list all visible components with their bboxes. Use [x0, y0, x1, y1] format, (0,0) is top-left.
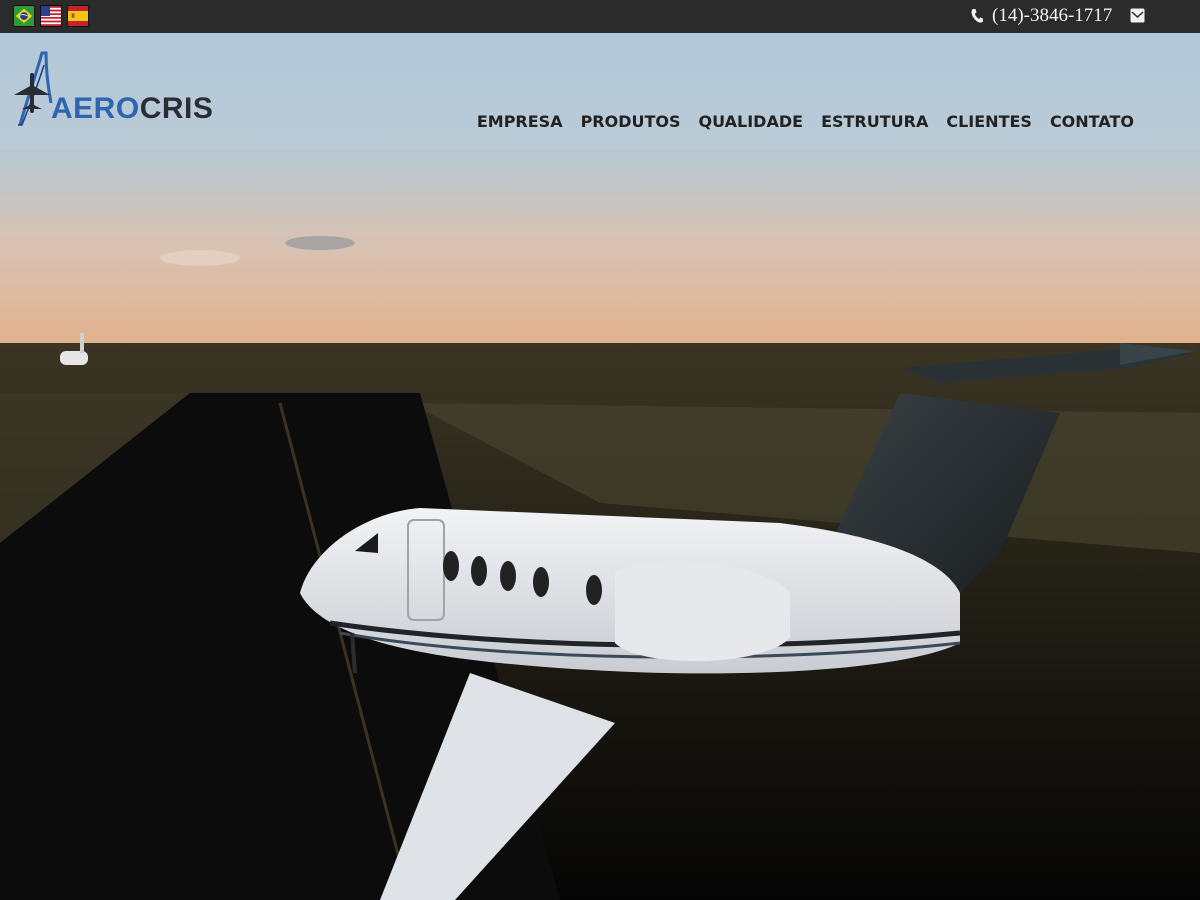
- main-navigation: EMPRESA PRODUTOS QUALIDADE ESTRUTURA CLI…: [477, 112, 1134, 131]
- top-bar: (14)-3846-1717: [0, 0, 1200, 33]
- usa-flag-icon[interactable]: [40, 5, 62, 27]
- spain-flag-icon[interactable]: [67, 5, 89, 27]
- nav-item-clientes[interactable]: CLIENTES: [946, 112, 1032, 131]
- phone-contact[interactable]: (14)-3846-1717: [970, 4, 1112, 28]
- phone-number: (14)-3846-1717: [992, 5, 1113, 26]
- hero-jet-image: [0, 33, 1200, 900]
- nav-item-empresa[interactable]: EMPRESA: [477, 112, 563, 131]
- language-selector: [13, 5, 89, 27]
- site-header: AEROCRIS EMPRESA PRODUTOS QUALIDADE ESTR…: [0, 33, 1200, 149]
- brand-logo[interactable]: AEROCRIS: [12, 51, 213, 129]
- nav-item-estrutura[interactable]: ESTRUTURA: [821, 112, 928, 131]
- hero-banner: [0, 33, 1200, 900]
- phone-icon: [970, 8, 984, 24]
- brand-name-part2: CRIS: [139, 92, 214, 125]
- nav-item-produtos[interactable]: PRODUTOS: [581, 112, 681, 131]
- brazil-flag-icon[interactable]: [13, 5, 35, 27]
- brand-name-part1: AERO: [51, 92, 140, 125]
- nav-item-contato[interactable]: CONTATO: [1050, 112, 1134, 131]
- nav-item-qualidade[interactable]: QUALIDADE: [699, 112, 804, 131]
- mail-icon[interactable]: [1130, 7, 1145, 24]
- brand-name: AEROCRIS: [51, 94, 213, 124]
